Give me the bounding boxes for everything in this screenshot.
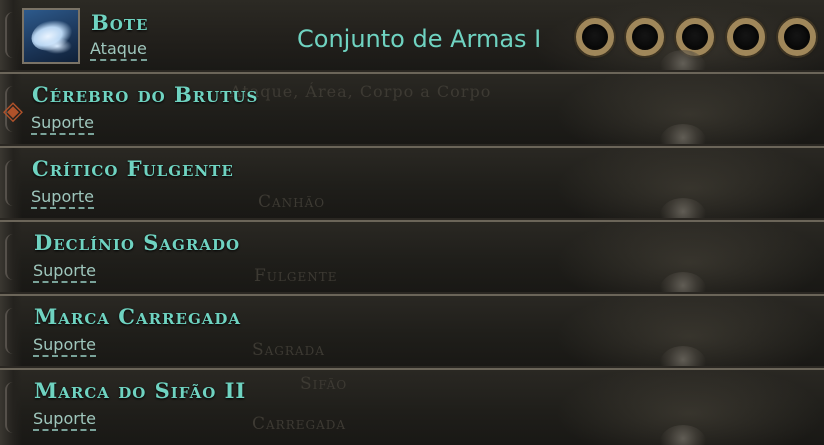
support-gem-name[interactable]: Crítico Fulgente	[32, 156, 234, 181]
support-gem-row[interactable]: Fulgente Declínio Sagrado Suporte	[0, 220, 824, 294]
support-type-link[interactable]: Suporte	[33, 336, 96, 357]
ghost-text: Sifão	[300, 374, 348, 394]
skill-type-link[interactable]: Ataque	[90, 40, 147, 61]
frame-border	[0, 148, 22, 218]
skill-name[interactable]: Bote	[91, 10, 148, 35]
frame-orb-ornament	[660, 198, 706, 218]
weapon-set-label: Conjunto de Armas I	[297, 25, 542, 53]
support-gem-row[interactable]: Canhão Crítico Fulgente Suporte	[0, 146, 824, 220]
frame-orb-ornament	[660, 124, 706, 144]
link-diamond-icon: ◈	[3, 96, 23, 126]
support-gem-row[interactable]: Sagrada Marca Carregada Suporte	[0, 294, 824, 368]
skill-header[interactable]: Bote Ataque Conjunto de Armas I	[0, 0, 824, 72]
frame-border	[0, 0, 22, 70]
gem-socket[interactable]	[576, 18, 614, 56]
gem-socket[interactable]	[727, 18, 765, 56]
support-gem-name[interactable]: Marca do Sifão II	[34, 378, 246, 403]
beast-shape-tail	[42, 38, 72, 54]
ghost-text: Fulgente	[254, 266, 338, 286]
frame-border	[0, 296, 22, 366]
gem-socket[interactable]	[626, 18, 664, 56]
frame-orb-ornament	[660, 346, 706, 366]
beast-strike-icon[interactable]	[22, 8, 80, 64]
support-type-link[interactable]: Suporte	[31, 188, 94, 209]
ghost-text: Carregada	[252, 414, 347, 434]
frame-orb-ornament	[660, 272, 706, 292]
ghost-text: Sagrada	[252, 340, 325, 360]
gem-socket[interactable]	[778, 18, 816, 56]
support-gem-row[interactable]: Sifão Carregada Marca do Sifão II Suport…	[0, 368, 824, 445]
frame-border	[0, 370, 22, 445]
support-gem-name[interactable]: Declínio Sagrado	[34, 230, 240, 255]
support-type-link[interactable]: Suporte	[33, 410, 96, 431]
support-gem-name[interactable]: Cérebro do Brutus	[32, 82, 258, 107]
support-gem-name[interactable]: Marca Carregada	[34, 304, 241, 329]
support-type-link[interactable]: Suporte	[31, 114, 94, 135]
ghost-text: Ataque, Área, Corpo a Corpo	[230, 82, 492, 101]
frame-border	[0, 222, 22, 292]
frame-orb-ornament	[660, 425, 706, 445]
support-gem-row[interactable]: ◈ Ataque, Área, Corpo a Corpo Cérebro do…	[0, 72, 824, 146]
support-type-link[interactable]: Suporte	[33, 262, 96, 283]
ghost-text: Canhão	[258, 192, 326, 212]
